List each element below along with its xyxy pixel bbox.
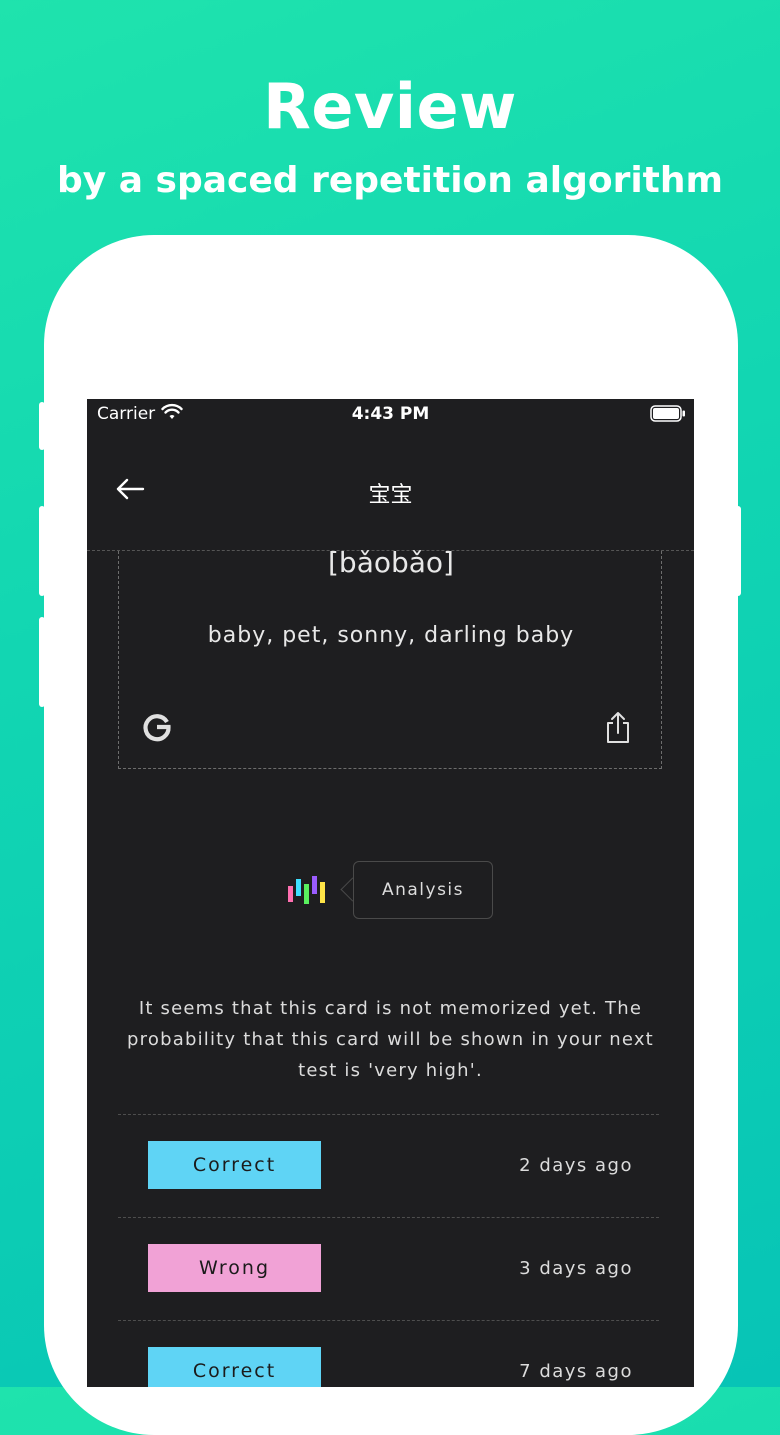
history-result-badge: Correct — [148, 1347, 321, 1387]
promo-headline: Review — [263, 70, 517, 143]
promo-subheadline: by a spaced repetition algorithm — [56, 160, 724, 201]
history-divider — [118, 1114, 659, 1115]
page-title: 宝宝 — [368, 483, 413, 508]
share-icon[interactable] — [604, 711, 632, 745]
analysis-chart-icon[interactable] — [288, 876, 332, 906]
phone-side-button — [39, 402, 45, 450]
nav-bar: 宝宝 — [87, 449, 694, 529]
flashcard: [bǎobǎo] baby, pet, sonny, darling baby — [118, 546, 662, 769]
history-result-badge: Correct — [148, 1141, 321, 1189]
card-meaning: baby, pet, sonny, darling baby — [207, 623, 575, 648]
history-divider — [118, 1320, 659, 1321]
status-time: 4:43 PM — [351, 404, 430, 424]
history-result-badge: Wrong — [148, 1244, 321, 1292]
card-pinyin: [bǎobǎo] — [328, 546, 454, 579]
app-screen: Carrier 4:43 PM 宝宝 [bǎobǎo] baby, pet, s… — [87, 399, 694, 1387]
phone-side-button — [39, 617, 45, 707]
phone-side-button — [735, 506, 741, 596]
history-time: 2 days ago — [519, 1155, 633, 1176]
analysis-button[interactable]: Analysis — [353, 861, 493, 919]
history-time: 7 days ago — [519, 1361, 633, 1382]
battery-icon — [650, 405, 685, 422]
phone-side-button — [39, 506, 45, 596]
analysis-message: It seems that this card is not memorized… — [127, 998, 654, 1081]
history-time: 3 days ago — [519, 1258, 633, 1279]
google-icon[interactable] — [141, 711, 173, 743]
history-divider — [118, 1217, 659, 1218]
status-bar: Carrier 4:43 PM — [87, 399, 694, 429]
